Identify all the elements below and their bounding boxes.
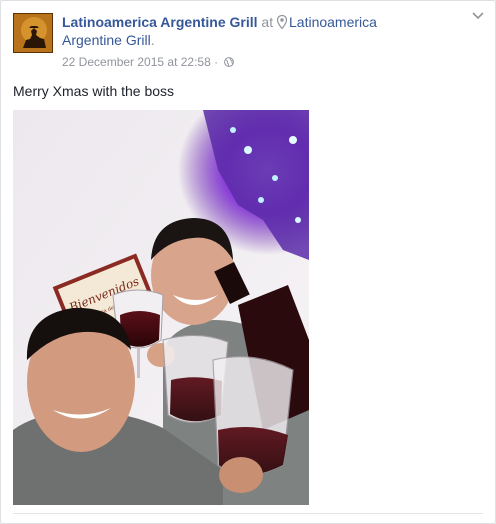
gaucho-logo-icon [14, 14, 52, 52]
post-card: Latinoamerica Argentine Grill at Latinoa… [0, 0, 496, 524]
meta-separator: · [214, 55, 219, 69]
location-pin-icon [277, 15, 287, 29]
post-header-text: Latinoamerica Argentine Grill at Latinoa… [62, 13, 462, 69]
page-avatar[interactable] [13, 13, 53, 53]
post-title-line: Latinoamerica Argentine Grill at Latinoa… [62, 13, 462, 49]
post-timestamp[interactable]: 22 December 2015 at 22:58 [62, 55, 211, 69]
place-name-link-line2[interactable]: Argentine Grill [62, 32, 151, 48]
place-name-link-line1[interactable]: Latinoamerica [289, 14, 377, 30]
globe-icon[interactable] [224, 57, 235, 67]
place-suffix: . [150, 32, 155, 48]
post-header: Latinoamerica Argentine Grill at Latinoa… [13, 13, 483, 69]
post-message: Merry Xmas with the boss [13, 83, 175, 99]
chevron-down-icon[interactable] [471, 11, 485, 21]
card-divider [13, 513, 483, 514]
post-meta: 22 December 2015 at 22:58 · [62, 55, 462, 69]
post-photo[interactable]: Bienvenidos a la casa del Malbec [13, 110, 309, 505]
page-name-link[interactable]: Latinoamerica Argentine Grill [62, 14, 258, 30]
connector-text: at [261, 14, 274, 30]
selfie-photo-image: Bienvenidos a la casa del Malbec [13, 110, 309, 505]
